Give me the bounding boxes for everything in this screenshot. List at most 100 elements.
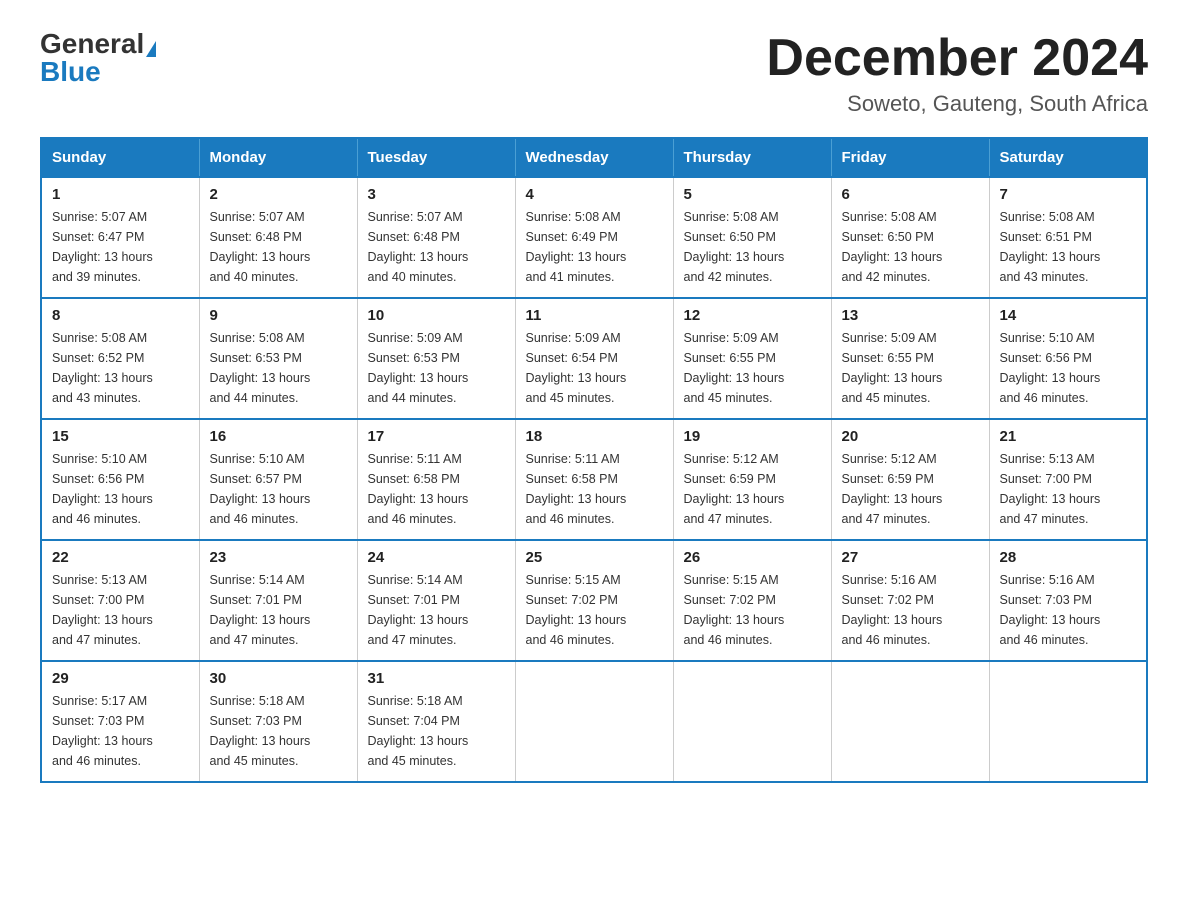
- day-number: 11: [526, 307, 663, 324]
- day-number: 2: [210, 186, 347, 203]
- day-cell-1: 1Sunrise: 5:07 AMSunset: 6:47 PMDaylight…: [41, 177, 199, 298]
- day-number: 14: [1000, 307, 1137, 324]
- day-number: 4: [526, 186, 663, 203]
- day-info: Sunrise: 5:08 AMSunset: 6:52 PMDaylight:…: [52, 328, 189, 408]
- day-info: Sunrise: 5:18 AMSunset: 7:04 PMDaylight:…: [368, 691, 505, 771]
- logo-blue-text: Blue: [40, 58, 101, 86]
- day-info: Sunrise: 5:18 AMSunset: 7:03 PMDaylight:…: [210, 691, 347, 771]
- day-info: Sunrise: 5:10 AMSunset: 6:57 PMDaylight:…: [210, 449, 347, 529]
- day-cell-9: 9Sunrise: 5:08 AMSunset: 6:53 PMDaylight…: [199, 298, 357, 419]
- day-info: Sunrise: 5:09 AMSunset: 6:53 PMDaylight:…: [368, 328, 505, 408]
- empty-cell: [831, 661, 989, 782]
- day-info: Sunrise: 5:08 AMSunset: 6:50 PMDaylight:…: [842, 207, 979, 287]
- day-cell-21: 21 Sunrise: 5:13 AMSunset: 7:00 PMDayligh…: [989, 419, 1147, 540]
- weekday-header-wednesday: Wednesday: [515, 138, 673, 177]
- weekday-header-row: SundayMondayTuesdayWednesdayThursdayFrid…: [41, 138, 1147, 177]
- day-info: Sunrise: 5:17 AMSunset: 7:03 PMDaylight:…: [52, 691, 189, 771]
- logo-general-text: General: [40, 28, 144, 59]
- day-info: Sunrise: 5:15 AMSunset: 7:02 PMDaylight:…: [684, 570, 821, 650]
- day-info: Sunrise: 5:08 AMSunset: 6:50 PMDaylight:…: [684, 207, 821, 287]
- day-info: Sunrise: 5:09 AMSunset: 6:54 PMDaylight:…: [526, 328, 663, 408]
- logo-general-line: General: [40, 30, 156, 58]
- day-number: 5: [684, 186, 821, 203]
- day-number: 24: [368, 549, 505, 566]
- day-info: Sunrise: 5:08 AMSunset: 6:51 PMDaylight:…: [1000, 207, 1137, 287]
- day-info: Sunrise: 5:13 AMSunset: 7:00 PMDaylight:…: [52, 570, 189, 650]
- day-info: Sunrise: 5:07 AMSunset: 6:48 PMDaylight:…: [210, 207, 347, 287]
- empty-cell: [515, 661, 673, 782]
- day-info: Sunrise: 5:07 AMSunset: 6:47 PMDaylight:…: [52, 207, 189, 287]
- day-cell-30: 30 Sunrise: 5:18 AMSunset: 7:03 PMDayligh…: [199, 661, 357, 782]
- day-info: Sunrise: 5:11 AMSunset: 6:58 PMDaylight:…: [368, 449, 505, 529]
- day-info: Sunrise: 5:12 AMSunset: 6:59 PMDaylight:…: [684, 449, 821, 529]
- day-number: 21: [1000, 428, 1137, 445]
- day-cell-12: 12 Sunrise: 5:09 AMSunset: 6:55 PMDayligh…: [673, 298, 831, 419]
- day-number: 17: [368, 428, 505, 445]
- calendar-table: SundayMondayTuesdayWednesdayThursdayFrid…: [40, 137, 1148, 783]
- day-info: Sunrise: 5:11 AMSunset: 6:58 PMDaylight:…: [526, 449, 663, 529]
- calendar-week-2: 8 Sunrise: 5:08 AMSunset: 6:52 PMDaylight…: [41, 298, 1147, 419]
- day-number: 19: [684, 428, 821, 445]
- day-number: 6: [842, 186, 979, 203]
- calendar-week-4: 22 Sunrise: 5:13 AMSunset: 7:00 PMDayligh…: [41, 540, 1147, 661]
- day-number: 7: [1000, 186, 1137, 203]
- day-number: 8: [52, 307, 189, 324]
- day-cell-5: 5 Sunrise: 5:08 AMSunset: 6:50 PMDaylight…: [673, 177, 831, 298]
- day-number: 28: [1000, 549, 1137, 566]
- day-number: 27: [842, 549, 979, 566]
- weekday-header-sunday: Sunday: [41, 138, 199, 177]
- day-info: Sunrise: 5:14 AMSunset: 7:01 PMDaylight:…: [210, 570, 347, 650]
- day-cell-22: 22 Sunrise: 5:13 AMSunset: 7:00 PMDayligh…: [41, 540, 199, 661]
- day-cell-6: 6 Sunrise: 5:08 AMSunset: 6:50 PMDaylight…: [831, 177, 989, 298]
- day-number: 13: [842, 307, 979, 324]
- day-info: Sunrise: 5:09 AMSunset: 6:55 PMDaylight:…: [842, 328, 979, 408]
- day-number: 25: [526, 549, 663, 566]
- day-number: 23: [210, 549, 347, 566]
- day-info: Sunrise: 5:12 AMSunset: 6:59 PMDaylight:…: [842, 449, 979, 529]
- day-cell-17: 17 Sunrise: 5:11 AMSunset: 6:58 PMDayligh…: [357, 419, 515, 540]
- day-cell-3: 3Sunrise: 5:07 AMSunset: 6:48 PMDaylight…: [357, 177, 515, 298]
- empty-cell: [673, 661, 831, 782]
- day-info: Sunrise: 5:09 AMSunset: 6:55 PMDaylight:…: [684, 328, 821, 408]
- day-cell-10: 10 Sunrise: 5:09 AMSunset: 6:53 PMDayligh…: [357, 298, 515, 419]
- day-number: 12: [684, 307, 821, 324]
- day-cell-15: 15 Sunrise: 5:10 AMSunset: 6:56 PMDayligh…: [41, 419, 199, 540]
- day-cell-25: 25Sunrise: 5:15 AMSunset: 7:02 PMDayligh…: [515, 540, 673, 661]
- calendar-week-5: 29 Sunrise: 5:17 AMSunset: 7:03 PMDayligh…: [41, 661, 1147, 782]
- day-number: 15: [52, 428, 189, 445]
- day-info: Sunrise: 5:16 AMSunset: 7:02 PMDaylight:…: [842, 570, 979, 650]
- weekday-header-tuesday: Tuesday: [357, 138, 515, 177]
- logo: General Blue: [40, 30, 156, 86]
- day-cell-27: 27 Sunrise: 5:16 AMSunset: 7:02 PMDayligh…: [831, 540, 989, 661]
- location-subtitle: Soweto, Gauteng, South Africa: [766, 91, 1148, 117]
- day-info: Sunrise: 5:07 AMSunset: 6:48 PMDaylight:…: [368, 207, 505, 287]
- day-cell-19: 19 Sunrise: 5:12 AMSunset: 6:59 PMDayligh…: [673, 419, 831, 540]
- day-number: 10: [368, 307, 505, 324]
- weekday-header-friday: Friday: [831, 138, 989, 177]
- day-number: 16: [210, 428, 347, 445]
- day-cell-23: 23 Sunrise: 5:14 AMSunset: 7:01 PMDayligh…: [199, 540, 357, 661]
- day-info: Sunrise: 5:13 AMSunset: 7:00 PMDaylight:…: [1000, 449, 1137, 529]
- day-info: Sunrise: 5:10 AMSunset: 6:56 PMDaylight:…: [52, 449, 189, 529]
- day-cell-2: 2 Sunrise: 5:07 AMSunset: 6:48 PMDaylight…: [199, 177, 357, 298]
- day-info: Sunrise: 5:14 AMSunset: 7:01 PMDaylight:…: [368, 570, 505, 650]
- day-cell-20: 20Sunrise: 5:12 AMSunset: 6:59 PMDayligh…: [831, 419, 989, 540]
- day-number: 22: [52, 549, 189, 566]
- day-cell-13: 13 Sunrise: 5:09 AMSunset: 6:55 PMDayligh…: [831, 298, 989, 419]
- day-info: Sunrise: 5:10 AMSunset: 6:56 PMDaylight:…: [1000, 328, 1137, 408]
- day-number: 29: [52, 670, 189, 687]
- day-number: 31: [368, 670, 505, 687]
- day-cell-14: 14 Sunrise: 5:10 AMSunset: 6:56 PMDayligh…: [989, 298, 1147, 419]
- day-number: 30: [210, 670, 347, 687]
- day-cell-29: 29 Sunrise: 5:17 AMSunset: 7:03 PMDayligh…: [41, 661, 199, 782]
- calendar-week-1: 1Sunrise: 5:07 AMSunset: 6:47 PMDaylight…: [41, 177, 1147, 298]
- weekday-header-saturday: Saturday: [989, 138, 1147, 177]
- weekday-header-thursday: Thursday: [673, 138, 831, 177]
- day-cell-28: 28Sunrise: 5:16 AMSunset: 7:03 PMDayligh…: [989, 540, 1147, 661]
- empty-cell: [989, 661, 1147, 782]
- day-cell-7: 7 Sunrise: 5:08 AMSunset: 6:51 PMDaylight…: [989, 177, 1147, 298]
- day-cell-31: 31 Sunrise: 5:18 AMSunset: 7:04 PMDayligh…: [357, 661, 515, 782]
- day-number: 26: [684, 549, 821, 566]
- day-cell-16: 16 Sunrise: 5:10 AMSunset: 6:57 PMDayligh…: [199, 419, 357, 540]
- day-info: Sunrise: 5:08 AMSunset: 6:53 PMDaylight:…: [210, 328, 347, 408]
